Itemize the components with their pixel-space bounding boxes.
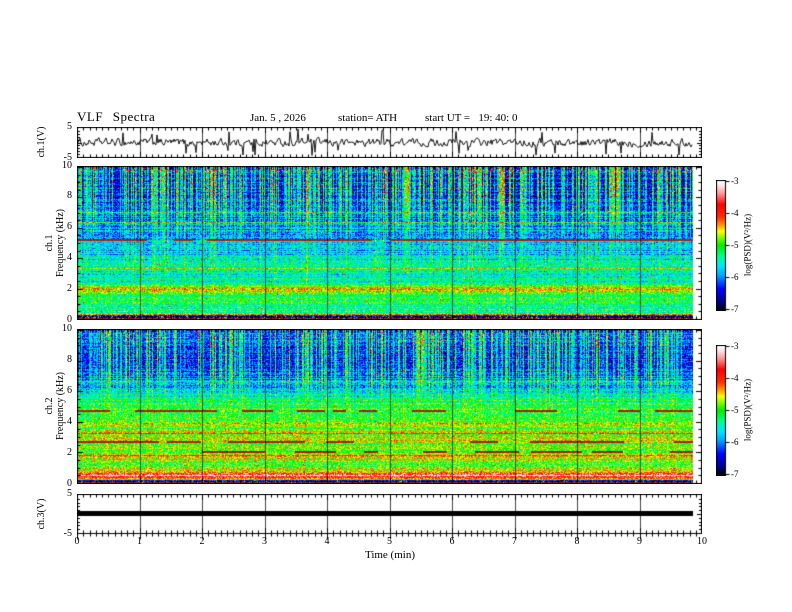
ch2-freq-tick-label: 6 (67, 384, 72, 396)
colorbar2-tick-label: -5 (731, 404, 739, 415)
ch2-spec-channel-label: ch.2 (44, 397, 55, 415)
colorbar1-tick-label: -3 (731, 175, 739, 186)
colorbar1-tick-label: -7 (731, 303, 739, 314)
ch1-freq-tick-label: 6 (67, 221, 72, 233)
figure-title: VLF Spectra (77, 109, 156, 124)
time-tick-label: 3 (262, 536, 267, 547)
ch1-volt-tick-label: 5 (67, 120, 72, 132)
time-tick-label: 9 (637, 536, 642, 547)
time-tick-label: 0 (74, 536, 80, 547)
date-label: Jan. 5 , 2026 (250, 112, 306, 124)
vlf-spectra-figure: VLF Spectra Jan. 5 , 2026 station= ATH s… (0, 0, 792, 612)
colorbar-1 (716, 180, 731, 311)
ch2-freq-tick-label: 8 (67, 353, 72, 365)
ch3-voltage-axis-label: ch.3(V) (36, 498, 47, 530)
colorbar2-tick-label: -7 (731, 468, 739, 479)
time-tick-label: 8 (574, 536, 580, 547)
ch1-freq-tick-label: 4 (67, 251, 72, 263)
colorbar1-units-label: log(PSD)(V²/Hz) (742, 213, 753, 277)
ch1-volt-tick-label: -5 (63, 151, 72, 163)
ch1-waveform-plot (77, 127, 702, 158)
time-tick-label: 10 (697, 536, 707, 547)
ch3-volt-tick-label: -5 (63, 527, 72, 539)
ch1-spec-frequency-axis-label: Frequency (kHz) (55, 208, 66, 278)
colorbar1-tick-label: -5 (731, 239, 739, 250)
colorbar2-tick-label: -6 (731, 436, 739, 447)
ch1-spectrogram (77, 166, 702, 320)
time-tick-label: 2 (199, 536, 205, 547)
colorbar2-units-label: log(PSD)(V²/Hz) (742, 378, 753, 442)
ch1-voltage-axis-label: ch.1(V) (36, 126, 47, 158)
ch2-freq-tick-label: 2 (67, 446, 72, 458)
ch3-waveform-plot (77, 494, 702, 542)
time-axis-label: Time (min) (364, 549, 415, 561)
time-tick-label: 1 (137, 536, 142, 547)
ch1-freq-tick-label: 8 (67, 190, 72, 202)
ch2-freq-tick-label: 4 (67, 415, 72, 427)
ch2-spectrogram (77, 329, 702, 484)
time-tick-label: 6 (449, 536, 455, 547)
ch2-spec-frequency-axis-label: Frequency (kHz) (55, 371, 66, 441)
colorbar-2 (716, 345, 731, 476)
ch2-freq-tick-label: 0 (67, 477, 72, 489)
colorbar2-tick-label: -3 (731, 340, 739, 351)
start-ut-label: start UT = 19: 40: 0 (425, 112, 518, 124)
time-tick-label: 5 (387, 536, 392, 547)
colorbar1-tick-label: -6 (731, 271, 739, 282)
ch2-freq-tick-label: 10 (62, 322, 72, 334)
ch1-freq-tick-label: 2 (67, 282, 72, 294)
ch1-spec-channel-label: ch.1 (44, 234, 55, 252)
ch3-volt-tick-label: 5 (67, 487, 72, 499)
colorbar2-tick-label: -4 (731, 372, 739, 383)
colorbar1-tick-label: -4 (731, 207, 739, 218)
station-label: station= ATH (338, 112, 398, 124)
time-tick-label: 7 (512, 536, 517, 547)
time-tick-label: 4 (324, 536, 330, 547)
